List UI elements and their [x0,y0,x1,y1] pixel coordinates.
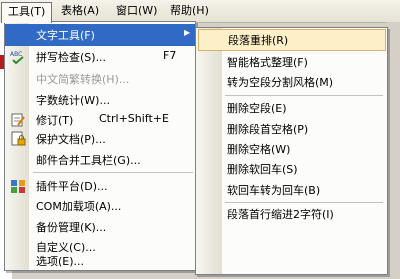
menu-item-options[interactable]: 选项(E)... [5,252,195,270]
menu-item-label: 删除段首空格(P) [227,123,309,136]
text-tools-submenu: 段落重排(R) 智能格式整理(F) 转为空段分割风格(M) 删除空段(E) 删除… [195,27,388,275]
menu-item-label: 智能格式整理(F) [227,56,308,69]
menu-item-plugin-platform[interactable]: 插件平台(D)... [5,175,195,197]
menu-separator [225,95,383,96]
submenu-arrow-icon: ▶ [184,28,191,37]
svg-text:ABC: ABC [10,51,22,58]
menu-item-com-addins[interactable]: COM加载项(A)... [5,195,195,217]
menu-bar: 工具(T) 表格(A) 窗口(W) 帮助(H) [0,0,400,23]
menu-help[interactable]: 帮助(H) [164,3,215,19]
menu-item-shortcut: Ctrl+Shift+E [99,112,169,125]
menu-item-label: 邮件合并工具栏(G)... [36,154,141,167]
spellcheck-icon: ABC [10,49,26,65]
menu-item-label: 软回车转为回车(B) [227,184,321,197]
menu-item-mail-merge-toolbar[interactable]: 邮件合并工具栏(G)... [5,149,195,171]
window-background [387,22,400,279]
menu-item-chinese-conversion: 中文简繁转换(H)... [5,68,195,90]
submenu-item-delete-empty-paragraphs[interactable]: 删除空段(E) [196,97,387,119]
menu-item-label: 保护文档(P)... [36,133,106,146]
submenu-item-first-line-indent[interactable]: 段落首行缩进2字符(I) [196,203,387,225]
submenu-item-delete-soft-returns[interactable]: 删除软回车(S) [196,158,387,180]
menu-item-shortcut: F7 [163,49,177,62]
menu-item-label: 删除空段(E) [227,102,287,115]
menu-item-spell-check[interactable]: ABC 拼写检查(S)... F7 [5,46,195,68]
menu-item-label: 选项(E)... [36,255,85,268]
submenu-item-smart-format[interactable]: 智能格式整理(F) [196,51,387,73]
menu-item-label: 插件平台(D)... [36,180,108,193]
menu-item-label: 文字工具(F) [36,29,95,42]
protect-document-icon [10,131,26,147]
menu-item-label: 删除软回车(S) [227,163,298,176]
menu-tools[interactable]: 工具(T) [1,2,53,23]
menu-item-text-tools[interactable]: 文字工具(F) ▶ [5,24,195,46]
menu-item-label: 中文简繁转换(H)... [36,73,130,86]
submenu-item-delete-spaces[interactable]: 删除空格(W) [196,138,387,160]
menu-item-label: 字数统计(W)... [36,94,110,107]
tools-dropdown-menu: 文字工具(F) ▶ ABC 拼写检查(S)... F7 中文简繁转换(H)...… [4,21,196,271]
menu-item-word-count[interactable]: 字数统计(W)... [5,89,195,111]
submenu-item-delete-leading-spaces[interactable]: 删除段首空格(P) [196,118,387,140]
menu-table[interactable]: 表格(A) [55,3,105,19]
menu-item-label: 修订(T) [36,114,74,127]
menu-item-backup-management[interactable]: 备份管理(K)... [5,216,195,238]
menu-separator [33,172,193,173]
menu-item-label: 段落重排(R) [228,34,289,47]
menu-item-protect-document[interactable]: 保护文档(P)... [5,128,195,150]
track-changes-icon [10,112,26,128]
menu-item-label: 转为空段分割风格(M) [227,76,334,89]
menu-item-label: COM加载项(A)... [36,200,122,213]
submenu-item-empty-paragraph-split[interactable]: 转为空段分割风格(M) [196,71,387,93]
menu-window[interactable]: 窗口(W) [110,3,163,19]
submenu-item-reflow-paragraphs[interactable]: 段落重排(R) [198,29,386,51]
menu-item-label: 备份管理(K)... [36,221,107,234]
menu-item-label: 删除空格(W) [227,143,291,156]
menu-item-label: 段落首行缩进2字符(I) [227,208,334,221]
plugin-platform-icon [10,178,26,194]
submenu-item-soft-to-hard-returns[interactable]: 软回车转为回车(B) [196,179,387,201]
menu-item-label: 拼写检查(S)... [36,51,107,64]
